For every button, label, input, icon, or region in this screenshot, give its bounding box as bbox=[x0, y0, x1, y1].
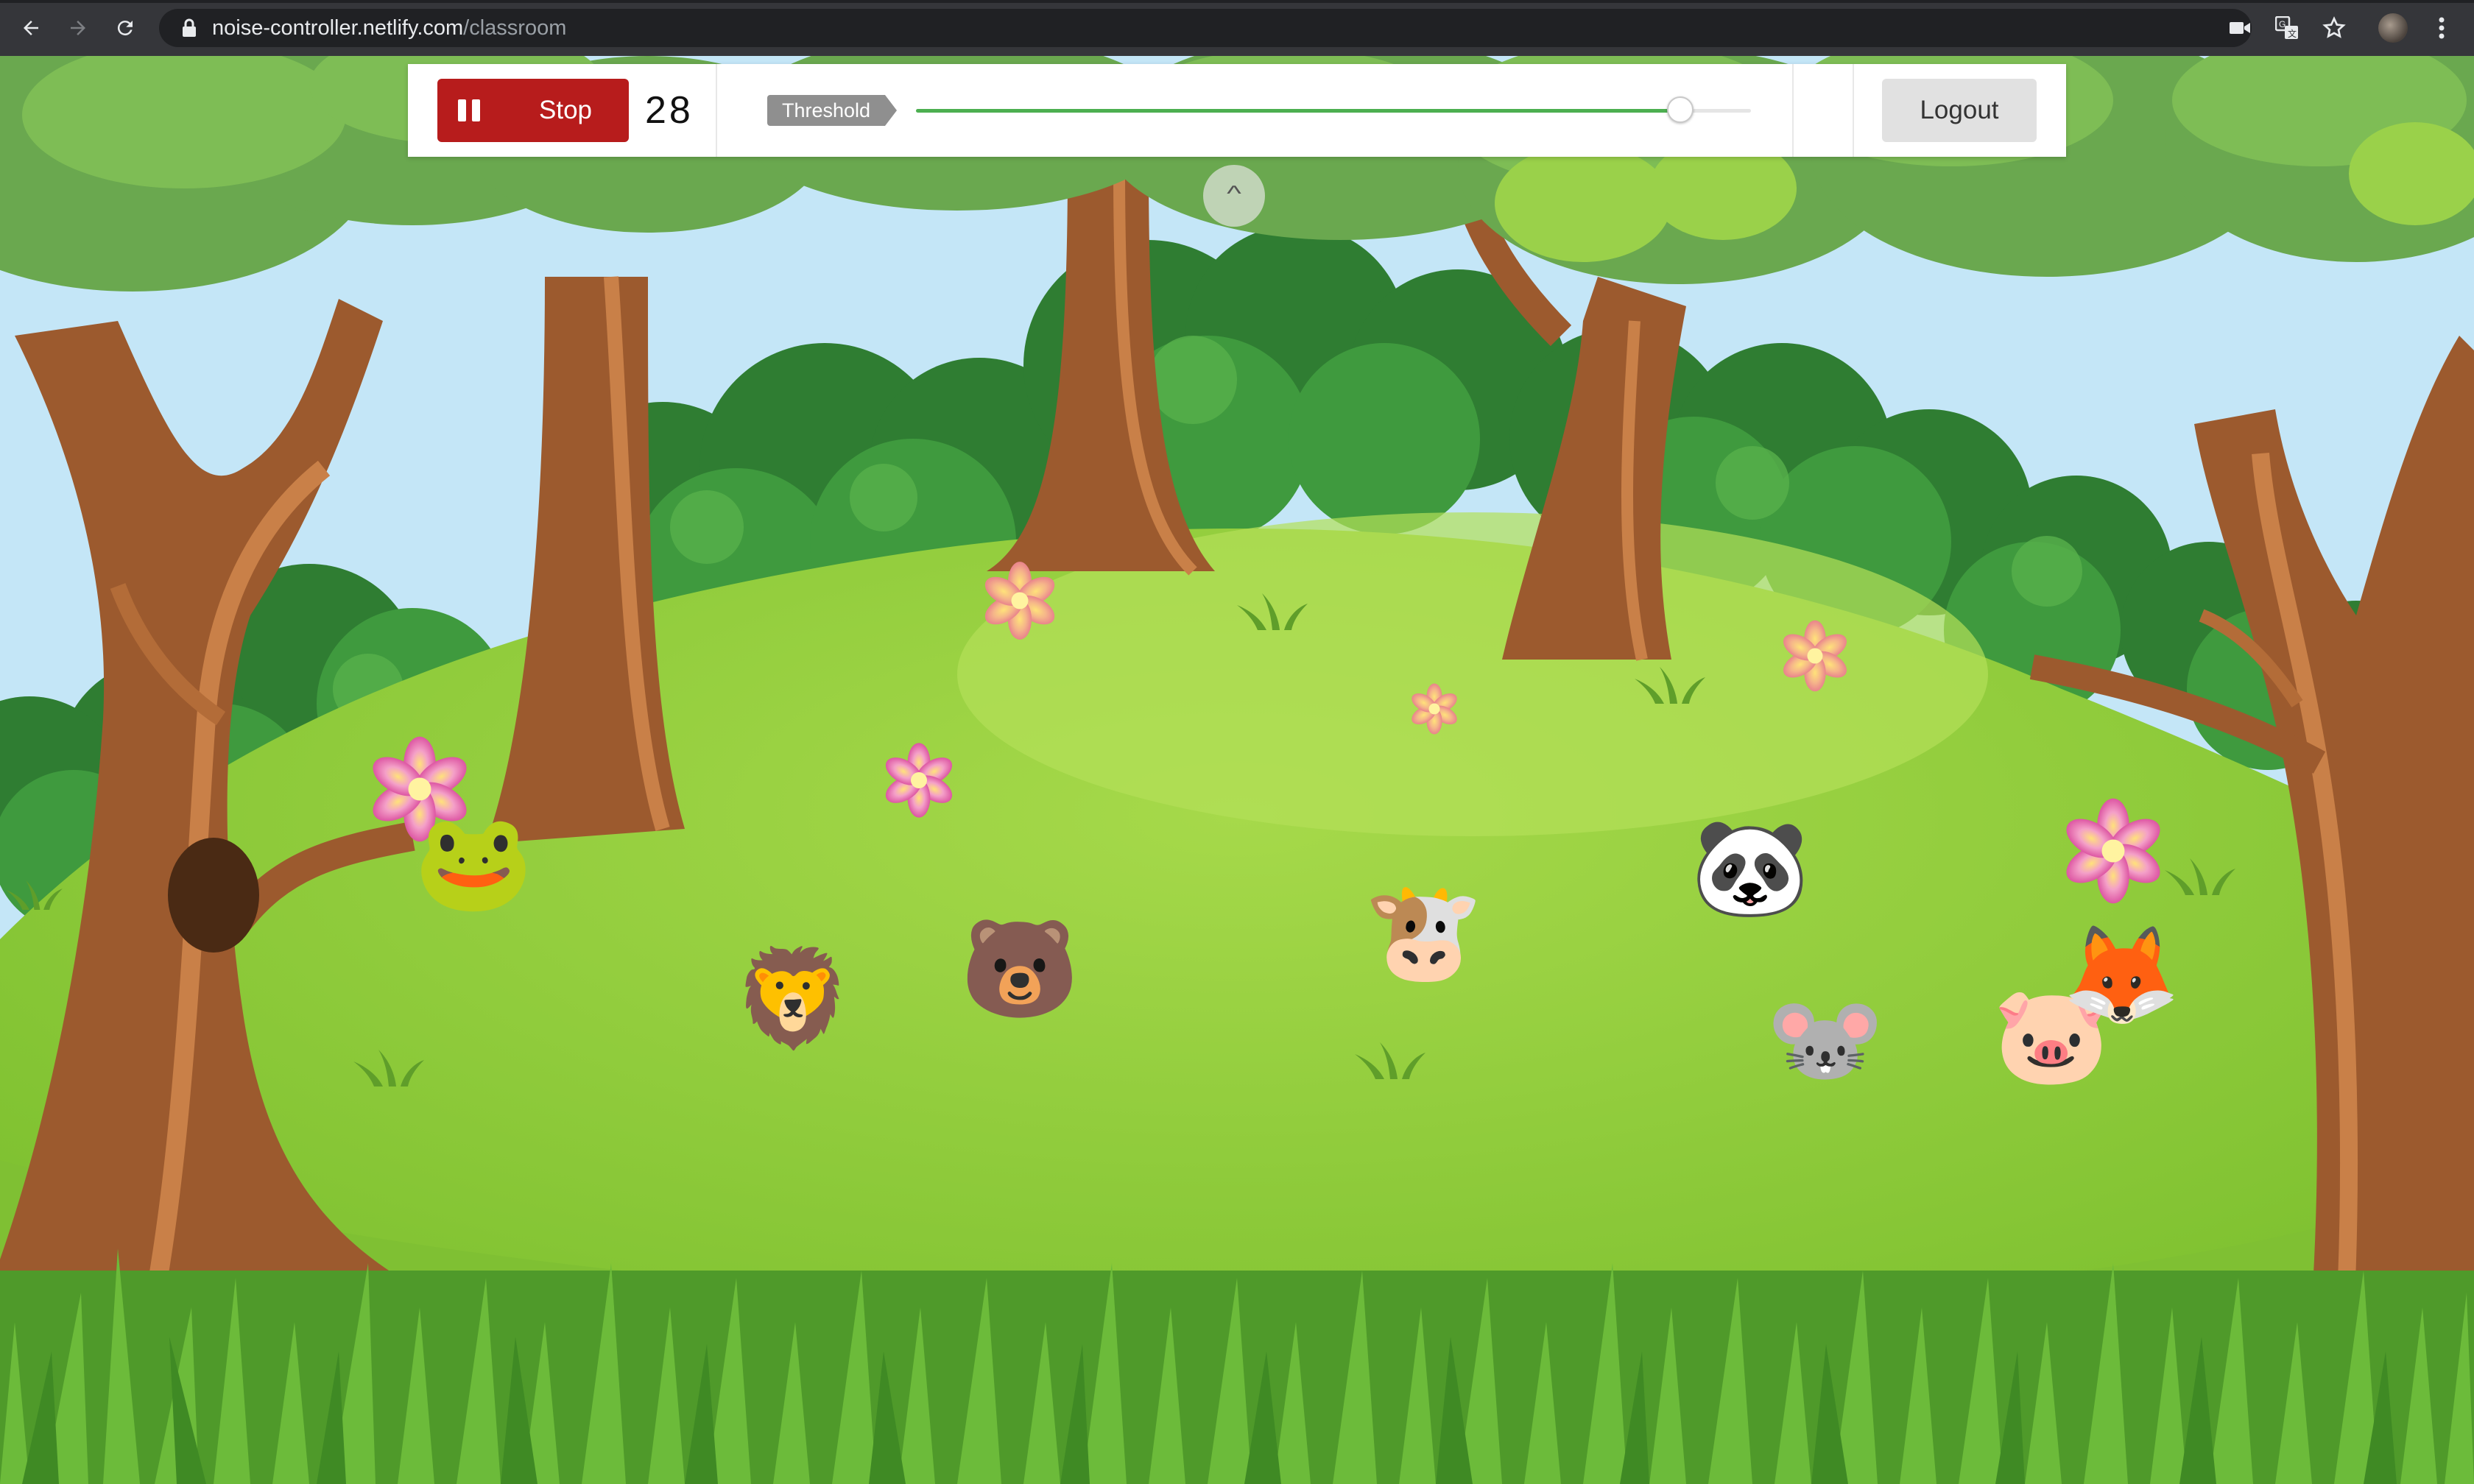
reload-icon bbox=[117, 21, 133, 36]
animal-panda: 🐼 bbox=[1691, 808, 1810, 926]
kebab-menu-icon[interactable] bbox=[2425, 12, 2458, 44]
svg-text:G: G bbox=[2279, 19, 2286, 29]
pause-icon bbox=[458, 99, 480, 121]
animal-lion: 🦁 bbox=[733, 939, 853, 1057]
star-icon[interactable] bbox=[2318, 12, 2350, 44]
stop-button[interactable]: Stop bbox=[437, 79, 629, 142]
animal-frog: 🐸 bbox=[414, 803, 533, 921]
url-path: /classroom bbox=[463, 15, 567, 40]
forest-background bbox=[0, 56, 2474, 1484]
logout-button[interactable]: Logout bbox=[1882, 79, 2037, 142]
bear-emoji: 🐻 bbox=[960, 915, 1079, 1022]
reload-button[interactable] bbox=[106, 10, 144, 46]
arrow-left-icon bbox=[24, 21, 38, 35]
panda-emoji: 🐼 bbox=[1691, 813, 1810, 921]
chevron-up-icon: ^ bbox=[1227, 182, 1241, 206]
animal-cow: 🐮 bbox=[1364, 873, 1483, 991]
animal-mouse: 🐭 bbox=[1766, 981, 1885, 1098]
browser-toolbar: noise-controller.netlify.com/classroom G… bbox=[0, 0, 2474, 56]
lion-emoji: 🦁 bbox=[733, 944, 853, 1052]
url-text: noise-controller.netlify.com/classroom bbox=[212, 16, 566, 40]
translate-icon[interactable]: G文 bbox=[2271, 12, 2303, 44]
back-button[interactable] bbox=[12, 10, 50, 46]
collapse-toolbar-button[interactable]: ^ bbox=[1203, 165, 1265, 227]
svg-text:文: 文 bbox=[2288, 28, 2297, 39]
stop-button-label: Stop bbox=[539, 96, 592, 124]
animal-fox: 🦊 bbox=[2062, 916, 2181, 1034]
slider-fill bbox=[916, 109, 1680, 113]
tab-strip-edge bbox=[0, 0, 2474, 3]
arrow-right-icon bbox=[71, 21, 85, 35]
camera-icon[interactable] bbox=[2224, 12, 2256, 44]
fox-emoji: 🦊 bbox=[2062, 921, 2181, 1028]
frog-emoji: 🐸 bbox=[414, 808, 533, 916]
lock-icon bbox=[178, 17, 200, 39]
toolbar-divider bbox=[1853, 64, 1854, 157]
address-bar[interactable]: noise-controller.netlify.com/classroom bbox=[159, 9, 2252, 47]
cow-emoji: 🐮 bbox=[1364, 878, 1483, 986]
forward-button[interactable] bbox=[59, 10, 97, 46]
noise-level-value: 28 bbox=[645, 89, 694, 132]
animal-bear: 🐻 bbox=[960, 910, 1079, 1028]
mouse-emoji: 🐭 bbox=[1766, 986, 1885, 1093]
threshold-label: Threshold bbox=[767, 95, 898, 126]
profile-avatar[interactable] bbox=[2378, 13, 2408, 43]
threshold-slider[interactable] bbox=[916, 96, 1751, 123]
toolbar-divider bbox=[1792, 64, 1794, 157]
slider-thumb[interactable] bbox=[1666, 96, 1694, 123]
forest-scene: 🐸 🦁 🐻 🐮 🐼 🐭 🐷 🦊 bbox=[0, 56, 2474, 1484]
controls-toolbar: Stop 28 Threshold Logout bbox=[408, 64, 2066, 157]
url-host: noise-controller.netlify.com bbox=[212, 15, 464, 40]
toolbar-divider bbox=[716, 64, 717, 157]
